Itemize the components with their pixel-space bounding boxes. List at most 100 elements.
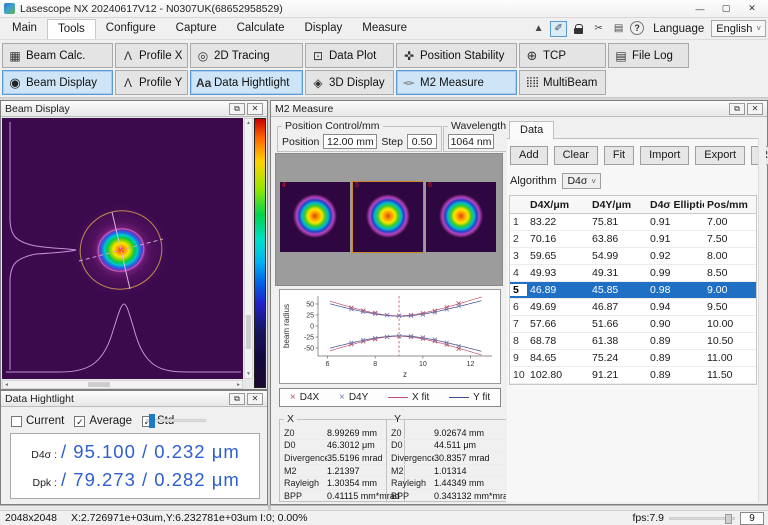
beam-thumbnail-5[interactable]: 5 [353,182,423,252]
table-row[interactable]: 649.6946.870.949.50 [510,299,756,316]
table-cell: 70.16 [527,233,589,245]
m2-measure-icon: ≬ [402,76,416,90]
scissors-icon[interactable]: ✂ [590,21,607,37]
checkbox-label: Current [26,415,64,427]
close-button[interactable]: ✕ [740,1,764,16]
table-row[interactable]: 270.1663.860.917.50 [510,231,756,248]
beam-display-button[interactable]: ◉Beam Display [2,70,113,95]
table-row[interactable]: 183.2275.810.917.00 [510,214,756,231]
table-cell: 7.00 [704,216,756,228]
data-tab-content: AddClearFitImportExportReport Algorithm … [507,138,765,502]
table-cell: 102.80 [527,369,589,381]
tab-data[interactable]: Data [509,121,554,139]
restore-icon[interactable]: ⧉ [229,103,245,115]
profile-x-label: Profile X [139,50,182,62]
y-fit-results-group: Y Z09.02674 mmD044.511 μmDivergence30.83… [386,413,518,502]
beam-thumbnail-6[interactable]: 6 [426,182,496,252]
3d-display-icon: ◈ [311,76,325,90]
table-row[interactable]: 449.9349.310.998.50 [510,265,756,282]
menu-tab-capture[interactable]: Capture [166,19,227,39]
vertical-scroll-thumb[interactable] [246,315,251,349]
menu-tab-tools[interactable]: Tools [47,19,96,39]
highlight-slider-handle[interactable] [149,414,155,428]
fit-param-value: 0.343132 mm*mrad [434,491,513,501]
scroll-right-icon[interactable]: ► [236,382,241,388]
language-select[interactable]: English ˅ [711,20,766,37]
2d-tracing-button[interactable]: ◎2D Tracing [190,43,303,68]
table-scrollbar[interactable] [758,138,766,502]
fps-slider[interactable] [669,517,735,520]
application-window: Lasescope NX 20240617V12 - N0307UK(68652… [0,0,768,525]
table-row[interactable]: 984.6575.240.8911.00 [510,350,756,367]
data-plot-button[interactable]: ⊡Data Plot [305,43,394,68]
fit-param-value: 1.44349 mm [434,478,513,488]
table-row[interactable]: 757.6651.660.9010.00 [510,316,756,333]
clear-button[interactable]: Clear [554,146,598,165]
chevron-down-icon: ˅ [591,177,596,186]
table-row[interactable]: 10102.8091.210.8911.50 [510,367,756,384]
highlight-slider[interactable] [146,419,206,422]
multibeam-button[interactable]: ⣿⣿MultiBeam [519,70,606,95]
beam-image-overlay [2,118,243,379]
menu-tab-main[interactable]: Main [2,19,47,39]
table-cell: 7.50 [704,233,756,245]
minimize-button[interactable]: — [688,1,712,16]
table-cell: 10.00 [704,318,756,330]
line-marker-icon [449,397,469,398]
position-stability-button[interactable]: ✜Position Stability [396,43,517,68]
maximize-button[interactable]: ▢ [714,1,738,16]
table-cell: 0.89 [647,352,704,364]
close-icon[interactable]: ✕ [247,393,263,405]
metric-row-0: D4σ :/ 95.100 / 0.232 μm [17,441,253,463]
data-hightlight-button[interactable]: AaData Hightlight [190,70,303,95]
tcp-button[interactable]: ⊕TCP [519,43,606,68]
restore-icon[interactable]: ⧉ [229,393,245,405]
checkbox-current[interactable]: Current [11,415,64,427]
collapse-icon[interactable]: ▲ [530,21,547,37]
menu-tab-configure[interactable]: Configure [96,19,166,39]
position-input[interactable]: 12.00 mm [323,134,377,149]
wavelength-input[interactable]: 1064 nm [448,134,494,149]
table-cell: 9.00 [704,284,756,296]
scroll-left-icon[interactable]: ◄ [4,382,9,388]
table-cell: 7 [510,318,527,330]
step-input[interactable]: 0.50 [407,134,437,149]
beam-calc-button[interactable]: ▦Beam Calc. [2,43,113,68]
profile-y-button[interactable]: ΛProfile Y [115,70,188,95]
table-row[interactable]: 546.8945.850.989.00 [510,282,756,299]
horizontal-scrollbar[interactable]: ◄ ► [2,380,243,389]
file-log-button[interactable]: ▤File Log [608,43,689,68]
horizontal-scroll-thumb[interactable] [88,382,110,387]
help-icon[interactable]: ? [630,21,644,35]
close-icon[interactable]: ✕ [247,103,263,115]
scroll-up-icon[interactable]: ▲ [245,120,252,126]
table-row[interactable]: 359.6554.990.928.00 [510,248,756,265]
fit-button[interactable]: Fit [604,146,634,165]
beam-thumbnail-4[interactable]: 4 [280,182,350,252]
scroll-down-icon[interactable]: ▼ [245,371,252,377]
import-button[interactable]: Import [640,146,689,165]
menu-tab-display[interactable]: Display [295,19,353,39]
algorithm-value: D4σ [567,175,587,187]
profile-x-button[interactable]: ΛProfile X [115,43,188,68]
vertical-scrollbar[interactable]: ▲ ▼ [244,118,253,379]
checkbox-average[interactable]: ✓Average [74,415,132,427]
3d-display-button[interactable]: ◈3D Display [305,70,394,95]
restore-icon[interactable]: ⧉ [729,103,745,115]
fps-input[interactable]: 9 [740,512,764,525]
fps-slider-handle[interactable] [725,514,732,524]
export-button[interactable]: Export [695,146,745,165]
add-button[interactable]: Add [510,146,548,165]
thumbnail-index: 6 [428,182,432,189]
lock-icon[interactable] [570,21,587,37]
close-icon[interactable]: ✕ [747,103,763,115]
table-row[interactable]: 868.7861.380.8910.50 [510,333,756,350]
algorithm-select[interactable]: D4σ ˅ [562,173,601,189]
notes-icon[interactable]: ▤ [610,21,627,37]
pin-icon[interactable]: ✐ [550,21,567,37]
menubar: MainToolsConfigureCaptureCalculateDispla… [0,18,768,40]
menu-tab-measure[interactable]: Measure [352,19,417,39]
m2-measure-button[interactable]: ≬M2 Measure [396,70,517,95]
beam-image[interactable] [2,118,243,379]
menu-tab-calculate[interactable]: Calculate [227,19,295,39]
